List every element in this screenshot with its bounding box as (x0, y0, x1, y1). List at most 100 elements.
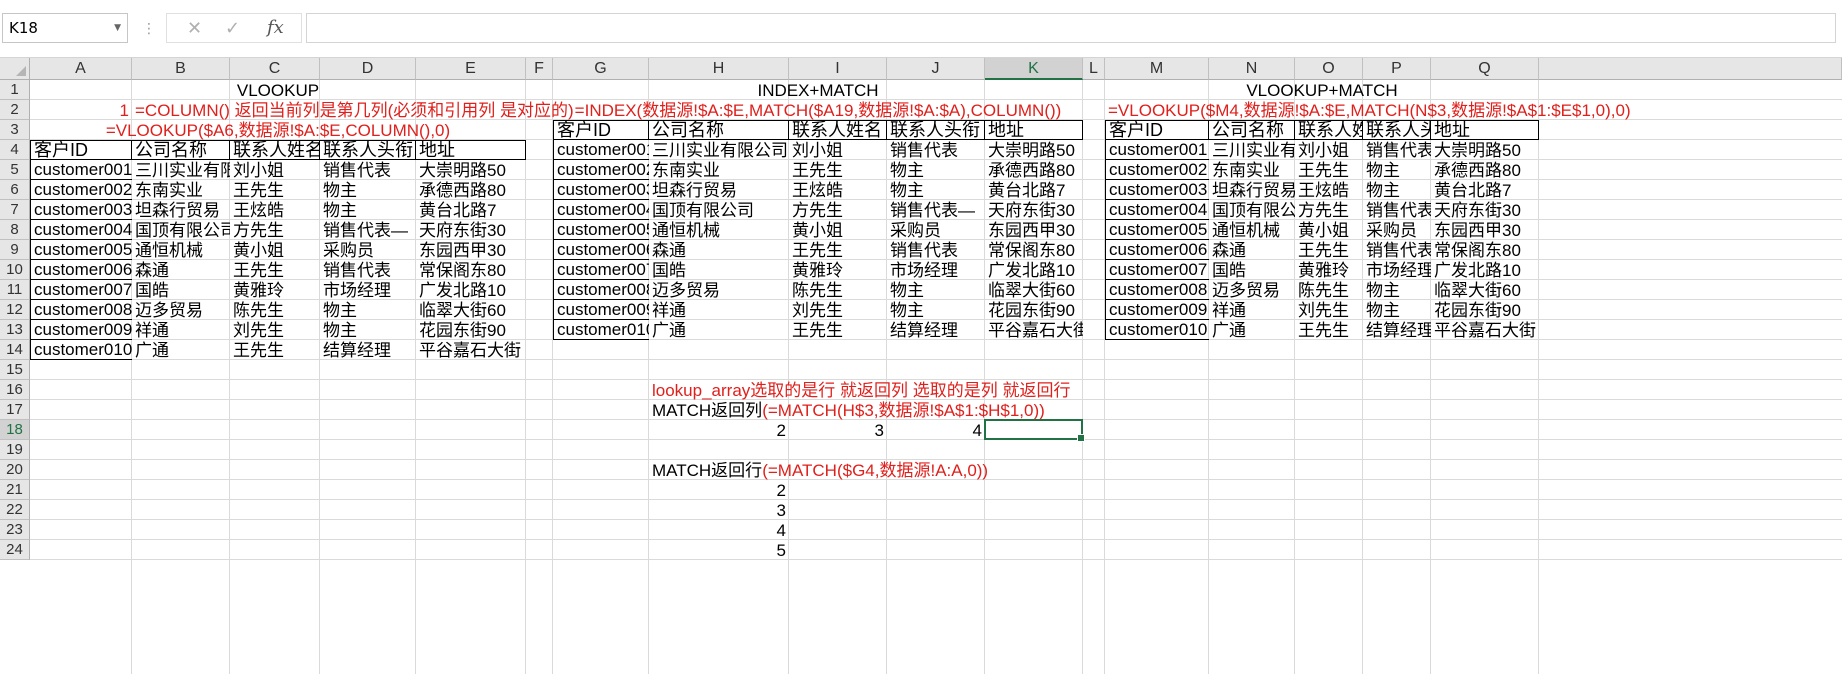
cancel-icon[interactable]: ✕ (187, 18, 202, 39)
column-function-note[interactable]: =COLUMN() 返回当前列是第几列(必须和引用列 是对应的) (132, 100, 574, 120)
vlookup-table-cell-contact-title[interactable]: 物主 (320, 320, 416, 340)
vlookup-table-cell-customer-id[interactable]: customer001 (30, 160, 132, 180)
vlookup-table-cell-address[interactable]: 花园东街90 (416, 320, 526, 340)
vlookup-table-cell-customer-id[interactable]: customer010 (30, 340, 132, 360)
row-header-11[interactable]: 11 (0, 280, 30, 300)
vlookup-table-cell-customer-id[interactable]: customer004 (30, 220, 132, 240)
row-header-7[interactable]: 7 (0, 200, 30, 220)
vlookup-match-table-cell-contact-name[interactable]: 刘先生 (1295, 300, 1363, 320)
index-match-table-cell-company-name[interactable]: 迈多贸易 (649, 280, 789, 300)
index-match-table-cell-contact-title[interactable]: 销售代表 (887, 140, 985, 160)
vlookup-match-table-cell-address[interactable]: 临翠大街60 (1431, 280, 1539, 300)
row-header-13[interactable]: 13 (0, 320, 30, 340)
vlookup-table-cell-contact-name[interactable]: 王先生 (230, 260, 320, 280)
vlookup-table-cell-address[interactable]: 承德西路80 (416, 180, 526, 200)
index-match-table-cell-contact-title[interactable]: 物主 (887, 300, 985, 320)
index-match-table-cell-customer-id[interactable]: customer004 (553, 200, 649, 220)
index-match-table-cell-customer-id[interactable]: customer001 (553, 140, 649, 160)
active-cell-selection[interactable] (984, 419, 1085, 442)
vlookup-match-table-cell-customer-id[interactable]: customer005 (1105, 220, 1209, 240)
vlookup-table-cell-company-name[interactable]: 东南实业 (132, 180, 230, 200)
index-match-table-cell-contact-name[interactable]: 王先生 (789, 240, 887, 260)
vlookup-match-table-cell-company-name[interactable]: 三川实业有限公司 (1209, 140, 1295, 160)
index-match-table-cell-contact-title[interactable]: 市场经理 (887, 260, 985, 280)
vlookup-table-cell-customer-id[interactable]: customer005 (30, 240, 132, 260)
index-match-table-cell-address[interactable]: 东园西甲30 (985, 220, 1083, 240)
index-match-table-cell-address[interactable]: 承德西路80 (985, 160, 1083, 180)
vlookup-match-table-cell-contact-name[interactable]: 王炫皓 (1295, 180, 1363, 200)
vlookup-match-table-cell-company-name[interactable]: 国顶有限公司 (1209, 200, 1295, 220)
match-row-value[interactable]: 4 (649, 520, 789, 540)
vlookup-table-cell-company-name[interactable]: 广通 (132, 340, 230, 360)
column-header-a[interactable]: A (30, 58, 132, 80)
vlookup-table-header-contact-title[interactable]: 联系人头衔 (320, 140, 416, 160)
column-header-m[interactable]: M (1105, 58, 1209, 80)
vlookup-match-table-cell-customer-id[interactable]: customer004 (1105, 200, 1209, 220)
row-header-24[interactable]: 24 (0, 540, 30, 560)
vlookup-table-cell-address[interactable]: 黄台北路7 (416, 200, 526, 220)
vlookup-table-cell-company-name[interactable]: 通恒机械 (132, 240, 230, 260)
vlookup-table-cell-customer-id[interactable]: customer007 (30, 280, 132, 300)
vlookup-match-table-cell-contact-title[interactable]: 销售代表— (1363, 200, 1431, 220)
vlookup-match-table-cell-address[interactable]: 广发北路10 (1431, 260, 1539, 280)
vlookup-table-header-company-name[interactable]: 公司名称 (132, 140, 230, 160)
row-header-23[interactable]: 23 (0, 520, 30, 540)
row-header-2[interactable]: 2 (0, 100, 30, 120)
vlookup-table-cell-contact-title[interactable]: 物主 (320, 300, 416, 320)
vlookup-match-table-cell-address[interactable]: 黄台北路7 (1431, 180, 1539, 200)
select-all-button[interactable] (0, 58, 30, 80)
index-match-table-header-contact-name[interactable]: 联系人姓名 (789, 120, 887, 140)
row-header-19[interactable]: 19 (0, 440, 30, 460)
vlookup-match-table-cell-address[interactable]: 大崇明路50 (1431, 140, 1539, 160)
vlookup-table-cell-address[interactable]: 天府东街30 (416, 220, 526, 240)
vlookup-table-cell-contact-name[interactable]: 王先生 (230, 340, 320, 360)
section-title-vlookup-match[interactable]: VLOOKUP+MATCH (1105, 80, 1539, 100)
vlookup-match-table-cell-customer-id[interactable]: customer008 (1105, 280, 1209, 300)
vlookup-table-cell-contact-title[interactable]: 物主 (320, 180, 416, 200)
vlookup-table-cell-company-name[interactable]: 国皓 (132, 280, 230, 300)
vlookup-match-table-cell-contact-title[interactable]: 物主 (1363, 160, 1431, 180)
index-match-table-cell-contact-title[interactable]: 采购员 (887, 220, 985, 240)
insert-function-icon[interactable]: fx (267, 17, 284, 38)
index-match-table-cell-company-name[interactable]: 国顶有限公司 (649, 200, 789, 220)
index-match-table-header-customer-id[interactable]: 客户ID (553, 120, 649, 140)
lookup-array-note[interactable]: lookup_array选取的是行 就返回列 选取的是列 就返回行 (649, 380, 1083, 400)
vlookup-match-table-cell-contact-name[interactable]: 方先生 (1295, 200, 1363, 220)
row-header-6[interactable]: 6 (0, 180, 30, 200)
index-match-table-cell-customer-id[interactable]: customer007 (553, 260, 649, 280)
vlookup-table-cell-contact-title[interactable]: 销售代表 (320, 160, 416, 180)
index-match-table-cell-company-name[interactable]: 森通 (649, 240, 789, 260)
vlookup-match-table-cell-company-name[interactable]: 东南实业 (1209, 160, 1295, 180)
index-match-table-cell-contact-name[interactable]: 王先生 (789, 320, 887, 340)
index-match-table-cell-contact-name[interactable]: 王先生 (789, 160, 887, 180)
vlookup-table-header-address[interactable]: 地址 (416, 140, 526, 160)
vlookup-match-table-cell-contact-title[interactable]: 结算经理 (1363, 320, 1431, 340)
vlookup-match-table-cell-company-name[interactable]: 祥通 (1209, 300, 1295, 320)
index-match-table-cell-contact-title[interactable]: 物主 (887, 280, 985, 300)
column-header-j[interactable]: J (887, 58, 985, 80)
vlookup-match-table-cell-company-name[interactable]: 坦森行贸易 (1209, 180, 1295, 200)
row-header-1[interactable]: 1 (0, 80, 30, 100)
vlookup-match-table-cell-customer-id[interactable]: customer007 (1105, 260, 1209, 280)
index-match-table-cell-address[interactable]: 天府东街30 (985, 200, 1083, 220)
vlookup-table-cell-contact-title[interactable]: 市场经理 (320, 280, 416, 300)
match-row-value[interactable]: 2 (649, 480, 789, 500)
index-match-table-cell-address[interactable]: 临翠大街60 (985, 280, 1083, 300)
match-row-value[interactable]: 3 (649, 500, 789, 520)
vlookup-table-cell-contact-name[interactable]: 王先生 (230, 180, 320, 200)
index-match-table-cell-company-name[interactable]: 坦森行贸易 (649, 180, 789, 200)
vlookup-match-table-cell-company-name[interactable]: 通恒机械 (1209, 220, 1295, 240)
vlookup-table-cell-contact-name[interactable]: 黄雅玲 (230, 280, 320, 300)
row-header-21[interactable]: 21 (0, 480, 30, 500)
vlookup-match-table-cell-contact-name[interactable]: 王先生 (1295, 160, 1363, 180)
index-match-table-cell-contact-name[interactable]: 方先生 (789, 200, 887, 220)
column-header-o[interactable]: O (1295, 58, 1363, 80)
vlookup-match-table-cell-address[interactable]: 天府东街30 (1431, 200, 1539, 220)
column-header-e[interactable]: E (416, 58, 526, 80)
row-header-18[interactable]: 18 (0, 420, 30, 440)
vlookup-match-table-cell-customer-id[interactable]: customer003 (1105, 180, 1209, 200)
row-header-9[interactable]: 9 (0, 240, 30, 260)
vlookup-table-cell-company-name[interactable]: 国顶有限公司 (132, 220, 230, 240)
row-header-15[interactable]: 15 (0, 360, 30, 380)
row-header-8[interactable]: 8 (0, 220, 30, 240)
